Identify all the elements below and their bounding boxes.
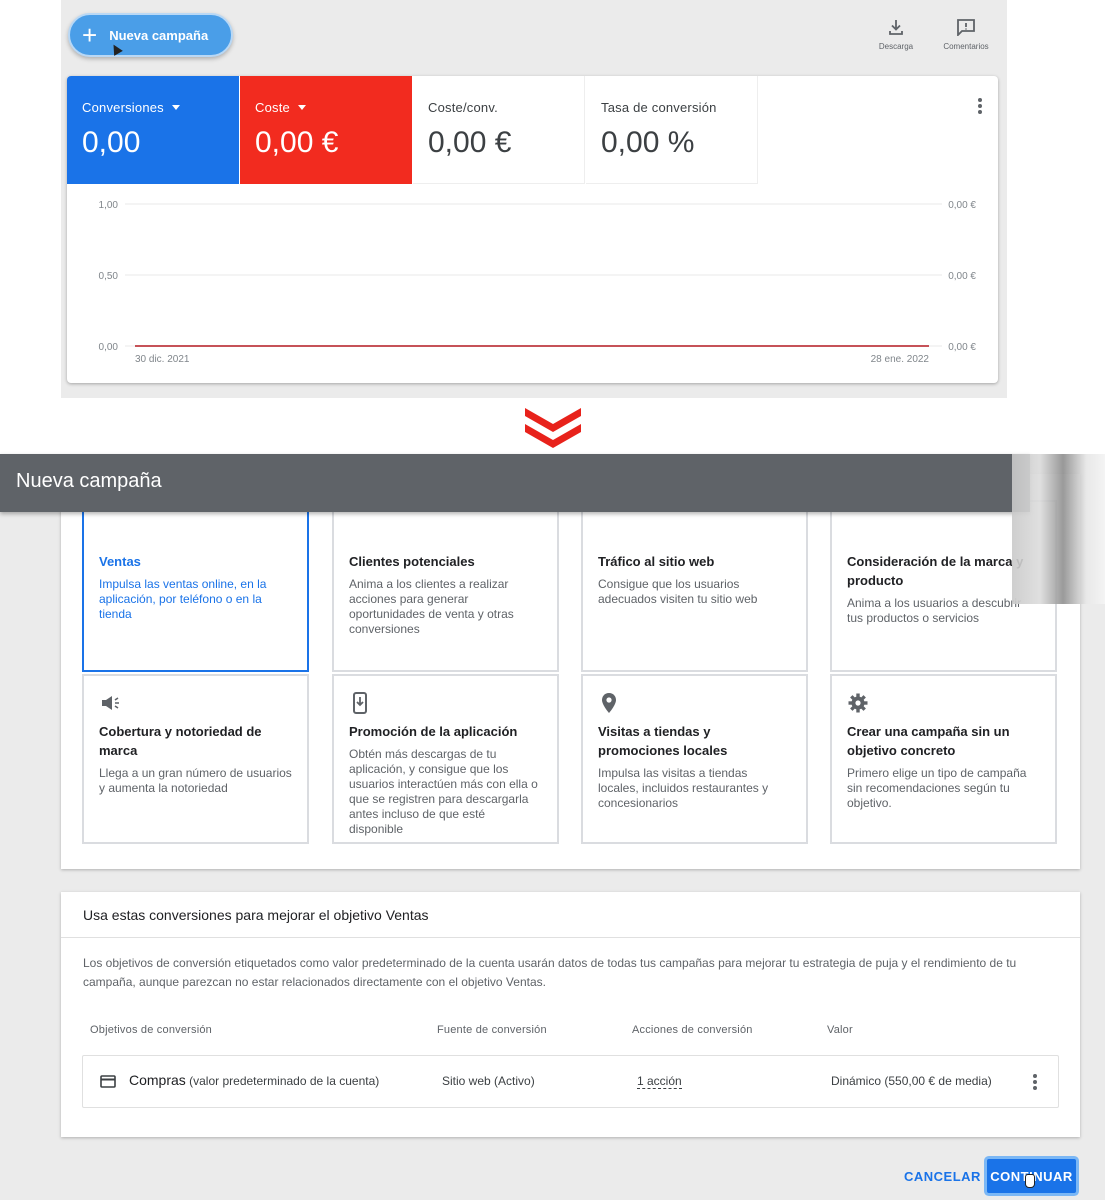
y-tick-label-left: 1,00	[99, 200, 119, 211]
y-tick-label-right: 0,00 €	[948, 342, 976, 353]
performance-card: Conversiones 0,00 Coste 0,00 € Coste/con…	[67, 76, 998, 383]
dropdown-caret-icon	[171, 105, 180, 110]
column-header: Objetivos de conversión	[90, 1024, 212, 1036]
double-chevron-down-icon	[525, 408, 581, 448]
gear-icon	[848, 693, 868, 713]
objective-title: Tráfico al sitio web	[598, 554, 715, 569]
row-more-options-icon[interactable]	[1033, 1074, 1037, 1092]
conversion-source: Sitio web (Activo)	[442, 1074, 535, 1088]
objective-title: Ventas	[99, 554, 141, 569]
x-tick-label: 30 dic. 2021	[135, 354, 190, 365]
conversion-actions-link[interactable]: 1 acción	[637, 1074, 682, 1089]
feedback-icon	[957, 19, 975, 36]
metric-tile-cost-per-conv[interactable]: Coste/conv. 0,00 €	[413, 76, 585, 184]
y-tick-label-left: 0,50	[99, 271, 119, 282]
column-header: Fuente de conversión	[437, 1024, 547, 1036]
table-row: Compras (valor predeterminado de la cuen…	[82, 1055, 1059, 1108]
feedback-label: Comentarios	[943, 42, 989, 51]
metric-value: 0,00	[82, 126, 141, 159]
metric-tile-cost[interactable]: Coste 0,00 €	[240, 76, 412, 184]
objective-title: Cobertura y notoriedad de marca	[99, 724, 262, 758]
objective-card-local-store-visits[interactable]: Visitas a tiendas y promociones locales …	[581, 674, 808, 844]
conversion-goal-name: Compras	[129, 1072, 186, 1088]
metric-value: 0,00 %	[601, 126, 695, 159]
objective-card-no-goal[interactable]: Crear una campaña sin un objetivo concre…	[830, 674, 1057, 844]
conversions-description: Los objetivos de conversión etiquetados …	[83, 956, 1017, 989]
megaphone-icon	[102, 696, 119, 710]
cancel-button[interactable]: CANCELAR	[896, 1160, 989, 1192]
objective-card-leads[interactable]: Clientes potenciales Anima a los cliente…	[332, 500, 559, 672]
new-campaign-dialog: Nueva campaña Ventas Impulsa las ventas …	[0, 454, 1105, 1200]
dialog-header: Nueva campaña	[0, 454, 1030, 512]
objective-description: Impulsa las visitas a tiendas locales, i…	[598, 766, 769, 810]
phone-download-icon	[353, 692, 367, 714]
conversions-panel: Usa estas conversiones para mejorar el o…	[61, 892, 1080, 1137]
download-icon	[889, 20, 903, 35]
objective-description: Primero elige un tipo de campaña sin rec…	[847, 766, 1027, 810]
metric-label: Coste	[255, 100, 290, 115]
metric-value: 0,00 €	[255, 126, 339, 159]
conversion-value: Dinámico (550,00 € de media)	[831, 1074, 992, 1088]
column-header: Valor	[827, 1024, 853, 1036]
download-label: Descarga	[878, 42, 914, 51]
x-tick-label: 28 ene. 2022	[871, 354, 930, 365]
new-campaign-label: Nueva campaña	[109, 27, 209, 43]
objective-description: Consigue que los usuarios adecuados visi…	[598, 577, 758, 606]
dialog-title: Nueva campaña	[16, 470, 162, 492]
objectives-panel: Ventas Impulsa las ventas online, en la …	[61, 474, 1080, 869]
y-tick-label-right: 0,00 €	[948, 271, 976, 282]
dropdown-caret-icon	[297, 105, 306, 110]
metric-tile-conversions[interactable]: Conversiones 0,00	[67, 76, 239, 184]
metric-label: Tasa de conversión	[601, 100, 717, 115]
conversion-goal-note: (valor predeterminado de la cuenta)	[189, 1074, 380, 1088]
objective-description: Impulsa las ventas online, en la aplicac…	[99, 577, 267, 621]
conversions-title: Usa estas conversiones para mejorar el o…	[83, 907, 429, 923]
objective-description: Anima a los clientes a realizar acciones…	[349, 577, 514, 636]
objective-card-website-traffic[interactable]: Tráfico al sitio web Consigue que los us…	[581, 496, 808, 672]
blurred-overlay	[1012, 454, 1105, 604]
objective-card-brand-awareness[interactable]: Cobertura y notoriedad de marca Llega a …	[82, 674, 309, 844]
objective-title: Promoción de la aplicación	[349, 724, 518, 739]
objective-card-sales[interactable]: Ventas Impulsa las ventas online, en la …	[82, 496, 309, 672]
plus-icon: +	[82, 20, 98, 50]
column-header: Acciones de conversión	[632, 1024, 753, 1036]
metric-label: Conversiones	[82, 100, 164, 115]
feedback-button[interactable]: Comentarios	[939, 18, 993, 51]
metric-label: Coste/conv.	[428, 100, 498, 115]
credit-card-icon	[100, 1075, 116, 1088]
objective-description: Obtén más descargas de tu aplicación, y …	[349, 747, 538, 836]
hand-cursor-icon	[1025, 1174, 1035, 1188]
divider	[61, 937, 1080, 938]
objective-title: Visitas a tiendas y promociones locales	[598, 724, 728, 758]
objective-title: Crear una campaña sin un objetivo concre…	[847, 724, 1010, 758]
metric-value: 0,00 €	[428, 126, 512, 159]
performance-line-chart: 1,00 0,00 € 0,50 0,00 € 0,00 0,00 € 30 dic. 20…	[99, 200, 977, 365]
campaign-overview-panel: + Nueva campaña Descarga Comentarios Con…	[61, 0, 1007, 398]
y-tick-label-left: 0,00	[99, 342, 119, 353]
objective-card-app-promotion[interactable]: Promoción de la aplicación Obtén más des…	[332, 674, 559, 844]
y-tick-label-right: 0,00 €	[948, 200, 976, 211]
download-button[interactable]: Descarga	[873, 18, 919, 51]
objective-title: Clientes potenciales	[349, 554, 475, 569]
metric-tile-conversion-rate[interactable]: Tasa de conversión 0,00 %	[586, 76, 758, 184]
more-options-icon[interactable]	[978, 98, 982, 116]
new-campaign-button[interactable]: + Nueva campaña	[68, 13, 233, 57]
location-pin-icon	[602, 693, 616, 713]
screenshot-root: + Nueva campaña Descarga Comentarios Con…	[0, 0, 1105, 1200]
objective-description: Llega a un gran número de usuarios y aum…	[99, 766, 292, 795]
